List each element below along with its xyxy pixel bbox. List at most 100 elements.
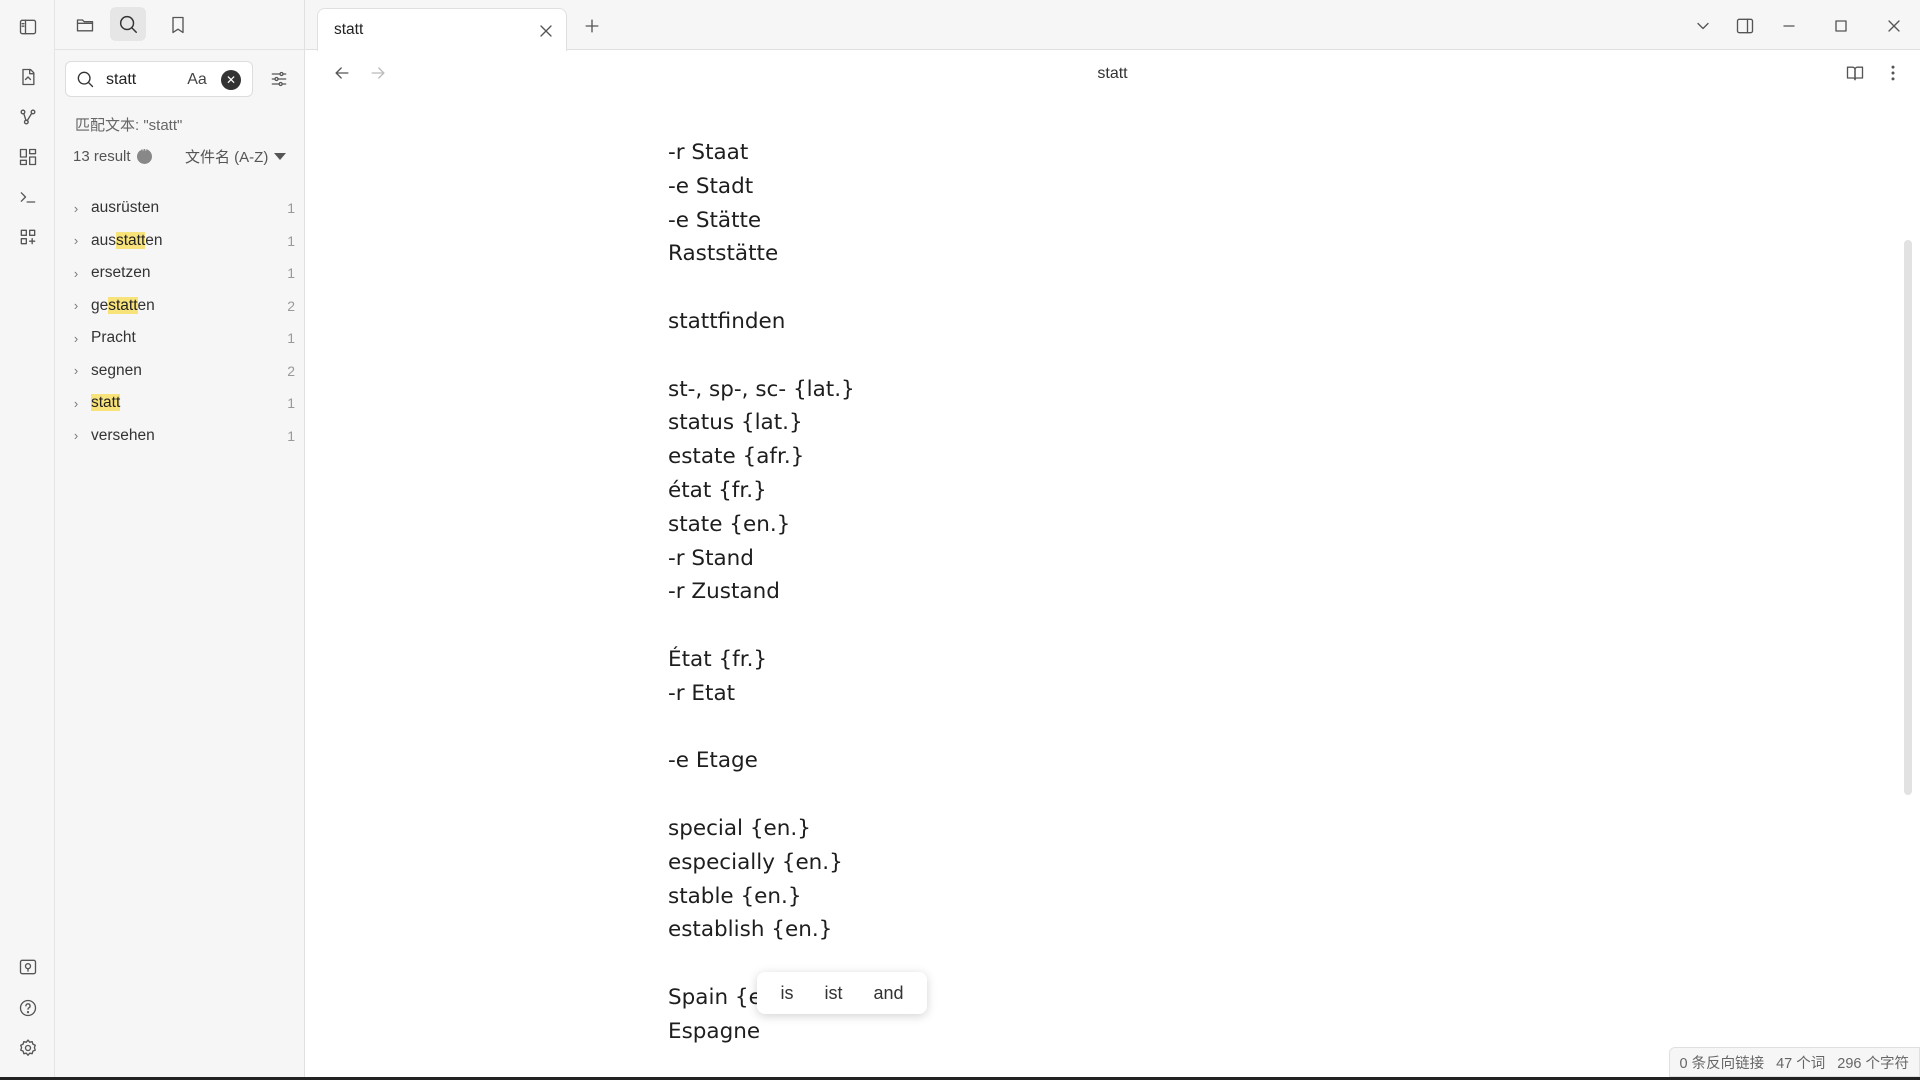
search-result-item[interactable]: › versehen 1 <box>65 420 295 453</box>
empty-line[interactable] <box>668 271 855 305</box>
chevron-right-icon[interactable]: › <box>65 331 87 346</box>
command-palette-icon[interactable] <box>15 184 41 210</box>
suggestion-item[interactable]: ist <box>824 983 842 1004</box>
result-name-highlight: statt <box>91 394 121 412</box>
suggestion-item[interactable]: is <box>780 983 793 1004</box>
empty-line[interactable] <box>668 711 855 745</box>
tab-bar: statt <box>305 0 1920 51</box>
result-name-text: versehen <box>91 426 155 444</box>
note-line[interactable]: -e Stadt <box>668 170 855 204</box>
empty-line[interactable] <box>668 339 855 373</box>
bookmark-icon[interactable] <box>165 12 191 38</box>
graph-view-icon[interactable] <box>15 104 41 130</box>
search-result-item[interactable]: › gestatten 2 <box>65 290 295 323</box>
sort-order-select[interactable]: 文件名 (A-Z) <box>185 146 287 167</box>
note-line[interactable]: -r Stand <box>668 542 855 576</box>
empty-line[interactable] <box>668 778 855 812</box>
note-line[interactable]: estate {afr.} <box>668 440 855 474</box>
search-settings-icon[interactable] <box>265 65 293 93</box>
canvas-icon[interactable] <box>15 144 41 170</box>
note-line[interactable]: -r Zustand <box>668 575 855 609</box>
chevron-right-icon[interactable]: › <box>65 396 87 411</box>
templates-icon[interactable] <box>15 224 41 250</box>
match-text-label: 匹配文本: "statt" <box>75 117 183 134</box>
note-line[interactable]: Raststätte <box>668 237 855 271</box>
search-result-count: 1 <box>287 265 295 282</box>
note-line[interactable]: establish {en.} <box>668 913 855 947</box>
settings-icon[interactable] <box>15 1035 41 1061</box>
search-result-item[interactable]: › ersetzen 1 <box>65 257 295 290</box>
word-count: 47 个词 <box>1776 1055 1826 1072</box>
note-line[interactable]: stattfinden <box>668 305 855 339</box>
close-tab-icon[interactable] <box>536 21 556 41</box>
open-note-icon[interactable] <box>15 64 41 90</box>
search-result-name: ersetzen <box>87 264 271 282</box>
toggle-right-sidebar-icon[interactable] <box>1732 13 1758 39</box>
search-result-count: 1 <box>287 395 295 412</box>
result-name-text: ersetzen <box>91 264 151 282</box>
vault-icon[interactable] <box>15 954 41 980</box>
minimize-icon[interactable] <box>1777 14 1801 38</box>
help-icon[interactable] <box>15 995 41 1021</box>
backlinks-count[interactable]: 0 条反向链接 <box>1680 1052 1765 1073</box>
chevron-right-icon[interactable]: › <box>65 201 87 216</box>
note-line[interactable]: -e Etage <box>668 744 855 778</box>
search-result-item[interactable]: › Pracht 1 <box>65 322 295 355</box>
note-line[interactable]: -r Staat <box>668 136 855 170</box>
note-line[interactable]: state {en.} <box>668 508 855 542</box>
vertical-scrollbar[interactable] <box>1904 240 1912 795</box>
note-line[interactable]: -r Etat <box>668 677 855 711</box>
search-field[interactable]: Aa ✕ <box>65 61 253 97</box>
note-line[interactable]: status {lat.} <box>668 406 855 440</box>
note-line[interactable]: Espagne <box>668 1015 855 1049</box>
result-name-text: aus <box>91 231 116 249</box>
search-result-item[interactable]: › ausrüsten 1 <box>65 192 295 225</box>
result-name-text: ausrüsten <box>91 199 160 217</box>
search-result-item[interactable]: › statt 1 <box>65 387 295 420</box>
note-content[interactable]: -r Staat -e Stadt -e Stätte Raststätte statt… <box>668 136 855 1049</box>
search-result-count: 1 <box>287 427 295 444</box>
search-icon[interactable] <box>110 7 146 41</box>
tab-list-chevron-icon[interactable] <box>1691 14 1715 38</box>
sort-order-label: 文件名 (A-Z) <box>185 149 269 166</box>
search-result-name: segnen <box>87 362 271 380</box>
search-result-name: statt <box>87 394 271 412</box>
search-input-icon <box>74 68 96 90</box>
toggle-sidebar-icon[interactable] <box>15 14 41 40</box>
result-name-highlight: statt <box>116 231 146 249</box>
search-results-list: › ausrüsten 1 › ausstatten 1 › ersetzen 1 › gestat… <box>65 192 295 452</box>
suggestion-item[interactable]: and <box>873 983 903 1004</box>
empty-line[interactable] <box>668 609 855 643</box>
chevron-right-icon[interactable]: › <box>65 363 87 378</box>
search-result-item[interactable]: › ausstatten 1 <box>65 225 295 258</box>
new-tab-icon[interactable] <box>580 14 604 38</box>
clear-search-icon[interactable]: ✕ <box>221 70 241 90</box>
maximize-icon[interactable] <box>1829 14 1853 38</box>
search-input[interactable] <box>106 70 176 90</box>
note-line[interactable]: -e Stätte <box>668 204 855 238</box>
search-result-name: versehen <box>87 427 271 445</box>
folder-icon[interactable] <box>72 12 98 38</box>
search-result-item[interactable]: › segnen 2 <box>65 355 295 388</box>
more-options-icon[interactable] <box>136 144 152 164</box>
document-title[interactable]: statt <box>305 65 1920 83</box>
result-count: 13 result <box>73 144 152 165</box>
search-result-name: ausrüsten <box>87 199 271 217</box>
chevron-right-icon[interactable]: › <box>65 298 87 313</box>
chevron-right-icon[interactable]: › <box>65 428 87 443</box>
note-line[interactable]: État {fr.} <box>668 643 855 677</box>
search-result-count: 1 <box>287 232 295 249</box>
note-line[interactable]: especially {en.} <box>668 846 855 880</box>
note-line[interactable]: special {en.} <box>668 812 855 846</box>
tab-statt[interactable]: statt <box>317 8 567 51</box>
note-line[interactable]: état {fr.} <box>668 474 855 508</box>
note-line[interactable]: st-, sp-, sc- {lat.} <box>668 373 855 407</box>
chevron-right-icon[interactable]: › <box>65 233 87 248</box>
match-case-toggle[interactable]: Aa <box>184 69 210 91</box>
chevron-right-icon[interactable]: › <box>65 266 87 281</box>
close-window-icon[interactable] <box>1882 14 1906 38</box>
result-name-text: ge <box>91 296 109 314</box>
note-line[interactable]: stable {en.} <box>668 880 855 914</box>
search-result-count: 2 <box>287 362 295 379</box>
result-name-text: en <box>137 296 155 314</box>
